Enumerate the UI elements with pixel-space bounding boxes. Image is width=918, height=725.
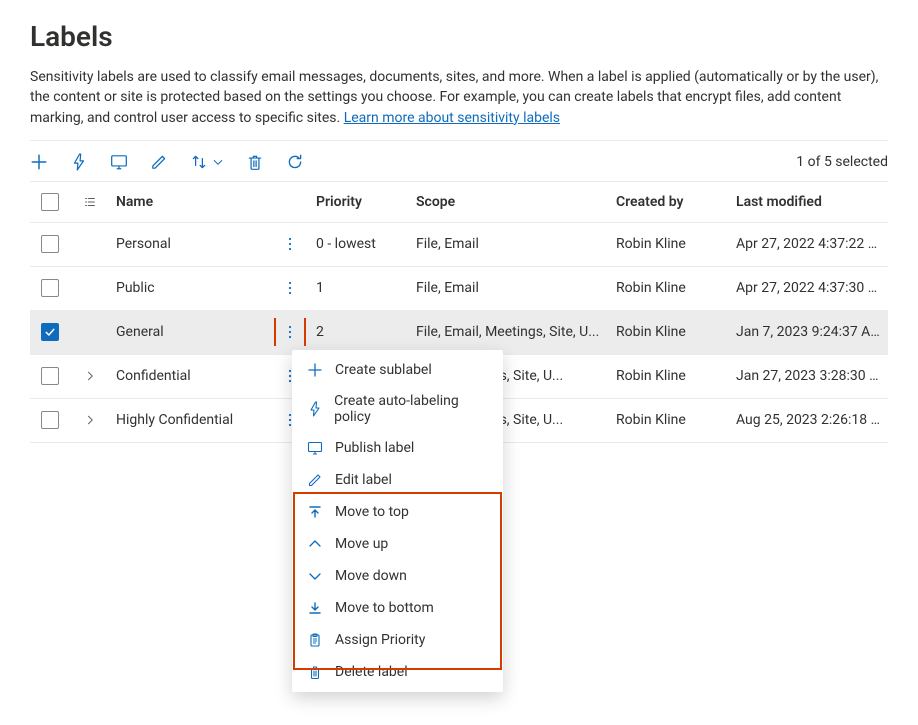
menu-move-bottom-label: Move to bottom [335,600,434,616]
menu-move-down-label: Move down [335,568,407,584]
row-last-modified: Apr 27, 2022 4:37:30 PM [730,280,888,296]
refresh-button[interactable] [286,153,304,171]
row-priority: 0 - lowest [310,236,410,252]
menu-move-top-label: Move to top [335,504,409,520]
row-last-modified: Aug 25, 2023 2:26:18 PM [730,412,888,428]
menu-move-bottom[interactable]: Move to bottom [292,592,503,624]
reorder-button[interactable] [190,153,224,171]
col-last-modified[interactable]: Last modified [730,194,888,210]
move-bottom-icon [306,599,324,617]
create-label-button[interactable] [30,153,48,171]
menu-delete-label-label: Delete label [335,664,408,680]
col-name[interactable]: Name [110,194,270,210]
expand-row-button[interactable] [84,370,96,382]
move-top-icon [306,503,324,521]
menu-create-auto-policy[interactable]: Create auto-labeling policy [292,386,503,432]
row-name[interactable]: Highly Confidential [110,412,270,428]
row-last-modified: Jan 7, 2023 9:24:37 AM [730,324,888,340]
plus-icon [306,361,324,379]
menu-create-sublabel[interactable]: Create sublabel [292,354,503,386]
chevron-down-icon [306,567,324,585]
trash-icon [306,663,324,681]
row-last-modified: Jan 27, 2023 3:28:30 PM [730,368,888,384]
row-checkbox[interactable] [41,323,59,341]
row-created-by: Robin Kline [610,280,730,296]
monitor-icon [306,439,324,457]
row-created-by: Robin Kline [610,368,730,384]
col-created-by[interactable]: Created by [610,194,730,210]
row-actions-button[interactable] [276,318,304,346]
row-checkbox[interactable] [41,367,59,385]
menu-delete-label[interactable]: Delete label [292,656,503,688]
bolt-icon [306,400,323,418]
list-view-icon[interactable] [70,195,110,209]
expand-row-button[interactable] [84,414,96,426]
row-scope: File, Email [410,280,610,296]
toolbar: 1 of 5 selected [30,141,888,181]
publish-label-button[interactable] [110,153,128,171]
row-checkbox[interactable] [41,279,59,297]
learn-more-link[interactable]: Learn more about sensitivity labels [344,110,560,126]
row-actions-button[interactable] [276,274,304,302]
row-created-by: Robin Kline [610,324,730,340]
menu-create-sublabel-label: Create sublabel [335,362,432,378]
pencil-icon [306,471,324,489]
page-title: Labels [30,20,888,53]
menu-move-down[interactable]: Move down [292,560,503,592]
row-name[interactable]: General [110,324,270,340]
create-auto-labeling-policy-button[interactable] [70,153,88,171]
clipboard-icon [306,631,324,649]
table-row[interactable]: Personal 0 - lowestFile, EmailRobin Kline… [30,223,888,267]
row-actions-button[interactable] [276,230,304,258]
row-scope: File, Email, Meetings, Site, U... [410,324,610,340]
row-priority: 1 [310,280,410,296]
row-created-by: Robin Kline [610,236,730,252]
menu-move-top[interactable]: Move to top [292,496,503,528]
row-priority: 2 [310,324,410,340]
menu-edit-label-label: Edit label [335,472,392,488]
select-all-checkbox[interactable] [41,193,59,211]
chevron-up-icon [306,535,324,553]
row-checkbox[interactable] [41,235,59,253]
delete-button[interactable] [246,153,264,171]
menu-assign-priority[interactable]: Assign Priority [292,624,503,656]
col-scope[interactable]: Scope [410,194,610,210]
menu-edit-label[interactable]: Edit label [292,464,503,496]
row-name[interactable]: Public [110,280,270,296]
grid-header: Name Priority Scope Created by Last modi… [30,181,888,223]
row-name[interactable]: Personal [110,236,270,252]
menu-move-up[interactable]: Move up [292,528,503,560]
row-created-by: Robin Kline [610,412,730,428]
row-last-modified: Apr 27, 2022 4:37:22 PM [730,236,888,252]
selection-status: 1 of 5 selected [796,154,888,170]
edit-label-button[interactable] [150,153,168,171]
table-row[interactable]: General 2File, Email, Meetings, Site, U..… [30,311,888,355]
col-priority[interactable]: Priority [310,194,410,210]
menu-create-auto-policy-label: Create auto-labeling policy [334,393,491,425]
menu-move-up-label: Move up [335,536,388,552]
table-row[interactable]: Public 1File, EmailRobin KlineApr 27, 202… [30,267,888,311]
row-name[interactable]: Confidential [110,368,270,384]
row-context-menu: Create sublabel Create auto-labeling pol… [292,350,503,692]
row-scope: File, Email [410,236,610,252]
row-checkbox[interactable] [41,411,59,429]
intro-text: Sensitivity labels are used to classify … [30,67,888,128]
menu-publish-label-label: Publish label [335,440,414,456]
menu-publish-label[interactable]: Publish label [292,432,503,464]
menu-assign-priority-label: Assign Priority [335,632,425,648]
